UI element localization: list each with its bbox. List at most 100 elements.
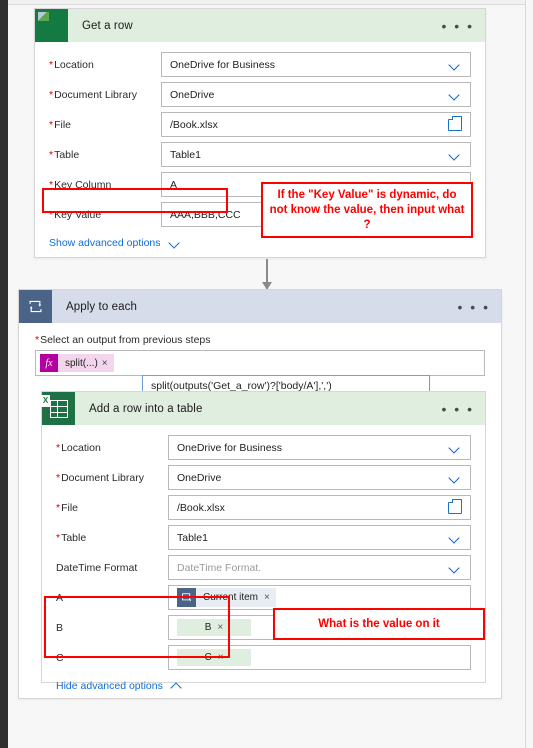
field-label-document-library: *Document Library: [56, 471, 144, 484]
loop-icon: [19, 290, 52, 323]
chevron-up-icon: [171, 682, 183, 690]
remove-token-icon[interactable]: ×: [218, 652, 224, 663]
field-label-file: *File: [49, 118, 72, 131]
folder-icon[interactable]: [448, 116, 462, 131]
current-item-token[interactable]: Current item ×: [177, 588, 276, 607]
more-options-icon[interactable]: • • •: [458, 300, 490, 314]
field-row-location: *Location OneDrive for Business: [49, 50, 471, 79]
left-rail: [0, 0, 8, 748]
field-label-location: *Location: [56, 441, 101, 454]
required-asterisk: *: [56, 471, 61, 484]
chevron-down-icon: [449, 564, 462, 572]
excel-green-icon: [35, 9, 68, 42]
annotation-bc-value-question: What is the value on it: [273, 608, 485, 640]
field-row-table: *Table Table1: [49, 140, 471, 169]
required-asterisk: *: [56, 501, 61, 514]
chevron-down-icon: [449, 61, 462, 69]
field-row-document-library: *Document Library OneDrive: [56, 463, 471, 492]
add-row-header[interactable]: X Add a row into a table • • •: [41, 392, 485, 425]
field-a-input[interactable]: Current item ×: [168, 585, 471, 610]
annotation-text: If the "Key Value" is dynamic, do not kn…: [269, 188, 465, 231]
more-options-icon[interactable]: • • •: [442, 19, 474, 33]
annotation-key-value-question: If the "Key Value" is dynamic, do not kn…: [261, 182, 473, 238]
chevron-down-icon: [169, 239, 181, 247]
chevron-down-icon: [449, 151, 462, 159]
datetime-format-placeholder: DateTime Format.: [177, 561, 262, 574]
file-picker[interactable]: /Book.xlsx: [168, 495, 471, 520]
file-value: /Book.xlsx: [177, 501, 225, 514]
document-library-dropdown[interactable]: OneDrive: [168, 465, 471, 490]
expression-token[interactable]: fx split(...) ×: [40, 354, 114, 372]
show-advanced-options-label: Show advanced options: [49, 237, 161, 249]
annotation-text: What is the value on it: [318, 617, 440, 630]
field-row-file: *File /Book.xlsx: [56, 493, 471, 522]
required-asterisk: *: [49, 88, 54, 101]
field-b-token-label: B: [204, 622, 212, 633]
table-dropdown[interactable]: Table1: [161, 142, 471, 167]
remove-token-icon[interactable]: ×: [102, 358, 114, 369]
required-asterisk: *: [49, 178, 54, 191]
field-label-key-column: *Key Column: [49, 178, 112, 191]
table-dropdown[interactable]: Table1: [168, 525, 471, 550]
field-row-table: *Table Table1: [56, 523, 471, 552]
field-row-location: *Location OneDrive for Business: [56, 433, 471, 462]
field-label-file: *File: [56, 501, 79, 514]
field-row-file: *File /Book.xlsx: [49, 110, 471, 139]
add-row-body: *Location OneDrive for Business *Documen…: [42, 425, 485, 704]
expression-token-label: split(...): [65, 357, 98, 369]
location-dropdown[interactable]: OneDrive for Business: [161, 52, 471, 77]
field-label-b: B: [56, 621, 64, 634]
remove-token-icon[interactable]: ×: [217, 622, 223, 633]
fx-icon: fx: [40, 354, 58, 372]
remove-token-icon[interactable]: ×: [264, 592, 276, 603]
required-asterisk: *: [49, 118, 54, 131]
field-label-table: *Table: [56, 531, 87, 544]
card-title: Apply to each: [66, 300, 137, 313]
file-value: /Book.xlsx: [170, 118, 218, 131]
get-a-row-header[interactable]: Get a row • • •: [35, 9, 485, 42]
apply-to-each-body: *Select an output from previous steps fx…: [19, 323, 501, 397]
current-item-token-label: Current item: [203, 592, 259, 603]
table-value: Table1: [177, 531, 208, 544]
datetime-format-dropdown[interactable]: DateTime Format.: [168, 555, 471, 580]
field-label-document-library: *Document Library: [49, 88, 137, 101]
hide-advanced-options-label: Hide advanced options: [56, 680, 163, 692]
field-row-document-library: *Document Library OneDrive: [49, 80, 471, 109]
required-asterisk: *: [49, 148, 54, 161]
select-output-label: *Select an output from previous steps: [35, 334, 211, 346]
file-picker[interactable]: /Book.xlsx: [161, 112, 471, 137]
required-asterisk: *: [49, 208, 54, 221]
show-advanced-options-link[interactable]: Show advanced options: [49, 237, 471, 249]
chevron-down-icon: [449, 474, 462, 482]
select-output-input[interactable]: fx split(...) ×: [35, 350, 485, 376]
field-c-token-label: C: [204, 652, 212, 663]
document-library-value: OneDrive: [170, 88, 215, 101]
chevron-down-icon: [449, 534, 462, 542]
field-c-input[interactable]: C ×: [168, 645, 471, 670]
table-value: Table1: [170, 148, 201, 161]
field-row-datetime-format: DateTime Format DateTime Format.: [56, 553, 471, 582]
location-dropdown[interactable]: OneDrive for Business: [168, 435, 471, 460]
required-asterisk: *: [49, 58, 54, 71]
chevron-down-icon: [449, 444, 462, 452]
location-value: OneDrive for Business: [170, 58, 276, 71]
folder-icon[interactable]: [448, 499, 462, 514]
right-gutter: [525, 0, 533, 748]
field-label-c: C: [56, 651, 64, 664]
more-options-icon[interactable]: • • •: [442, 402, 474, 416]
required-asterisk: *: [35, 334, 40, 346]
field-label-datetime-format: DateTime Format: [56, 561, 138, 574]
field-b-token[interactable]: B ×: [177, 619, 251, 636]
field-label-key-value: *Key Value: [49, 208, 102, 221]
document-library-dropdown[interactable]: OneDrive: [161, 82, 471, 107]
field-label-a: A: [56, 591, 64, 604]
hide-advanced-options-link[interactable]: Hide advanced options: [56, 680, 471, 692]
required-asterisk: *: [56, 531, 61, 544]
apply-to-each-header[interactable]: Apply to each • • •: [19, 290, 501, 323]
document-library-value: OneDrive: [177, 471, 222, 484]
screenshot-root: Get a row • • • *Location OneDrive for B…: [0, 0, 533, 748]
chevron-down-icon: [449, 91, 462, 99]
card-title: Get a row: [82, 19, 133, 32]
field-label-location: *Location: [49, 58, 94, 71]
field-c-token[interactable]: C ×: [177, 649, 251, 666]
